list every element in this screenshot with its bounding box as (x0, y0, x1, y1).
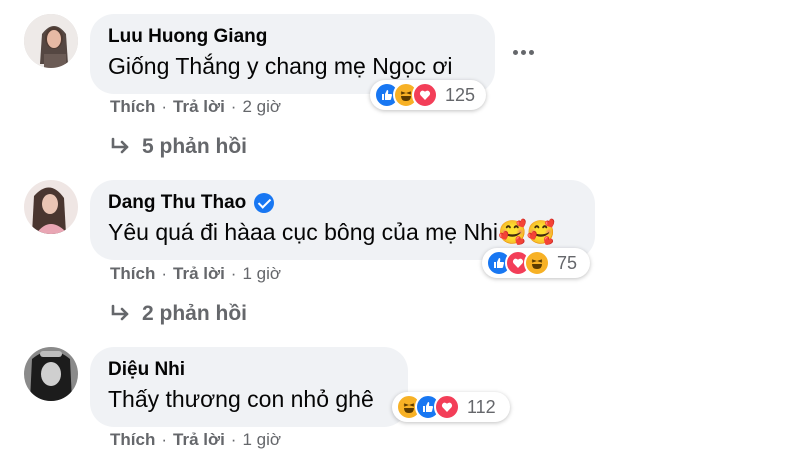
reply-arrow-icon (111, 304, 129, 321)
verified-badge-icon (254, 193, 275, 213)
comment-text: Yêu quá đi hàaa cục bông của mẹ Nhi🥰🥰 (108, 219, 556, 245)
replies-label[interactable]: 5 phản hồi (142, 135, 247, 159)
like-link[interactable]: Thích (110, 97, 155, 117)
comment-text: Giống Thắng y chang mẹ Ngọc ơi (108, 53, 453, 79)
author-name[interactable]: Luu Huong Giang (108, 24, 267, 50)
like-link[interactable]: Thích (110, 430, 155, 450)
author-name[interactable]: Dang Thu Thao (108, 190, 246, 216)
comment-actions: Thích · Trả lời · 2 giờ (110, 97, 282, 117)
comment-actions: Thích · Trả lời · 1 giờ (110, 430, 282, 450)
comment-actions: Thích · Trả lời · 1 giờ (110, 264, 282, 284)
reply-arrow-icon (111, 137, 129, 154)
reaction-summary[interactable]: 112 (392, 392, 510, 422)
reaction-count: 75 (557, 252, 578, 273)
replies-label[interactable]: 2 phản hồi (142, 302, 247, 326)
reaction-summary[interactable]: 125 (370, 80, 486, 110)
reply-link[interactable]: Trả lời (173, 430, 225, 450)
reaction-summary[interactable]: 75 (482, 248, 590, 278)
reaction-count: 112 (467, 396, 496, 417)
view-replies[interactable]: 5 phản hồi (110, 135, 247, 159)
avatar[interactable] (24, 347, 78, 401)
reply-link[interactable]: Trả lời (173, 264, 225, 284)
comment-author[interactable]: Diệu Nhi (108, 357, 390, 383)
view-replies[interactable]: 2 phản hồi (110, 302, 247, 326)
avatar[interactable] (24, 180, 78, 234)
more-options-icon[interactable] (509, 38, 537, 66)
reply-link[interactable]: Trả lời (173, 97, 225, 117)
avatar[interactable] (24, 14, 78, 68)
haha-icon (524, 250, 550, 276)
comment-text: Thấy thương con nhỏ ghê (108, 386, 374, 412)
timestamp[interactable]: 1 giờ (242, 264, 281, 284)
comment-author[interactable]: Luu Huong Giang (108, 24, 477, 50)
reaction-count: 125 (445, 84, 476, 105)
comment-bubble: Diệu Nhi Thấy thương con nhỏ ghê (90, 347, 408, 427)
love-icon (412, 82, 438, 108)
timestamp[interactable]: 1 giờ (242, 430, 281, 450)
timestamp[interactable]: 2 giờ (242, 97, 281, 117)
author-name[interactable]: Diệu Nhi (108, 357, 185, 383)
like-link[interactable]: Thích (110, 264, 155, 284)
love-icon (434, 394, 460, 420)
comment-author[interactable]: Dang Thu Thao (108, 190, 577, 216)
